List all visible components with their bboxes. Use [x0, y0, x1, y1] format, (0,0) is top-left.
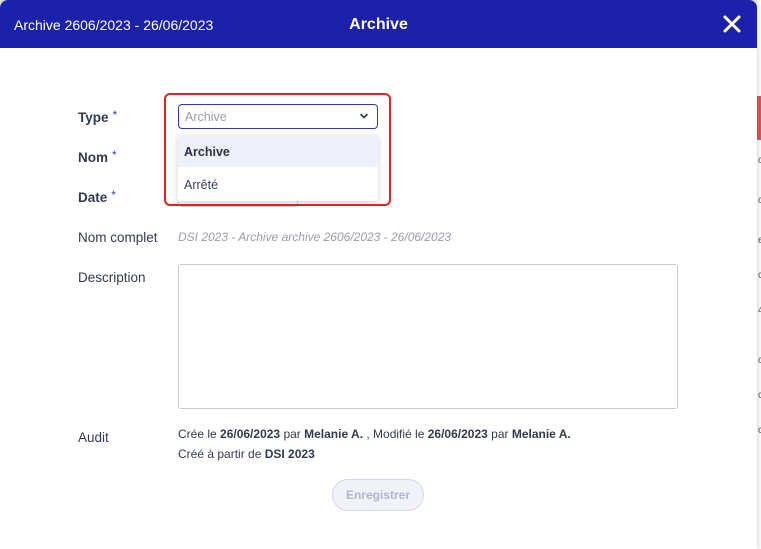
modal-title: Archive: [349, 16, 408, 33]
description-textarea[interactable]: [178, 264, 678, 409]
date-label: Date *: [78, 188, 116, 205]
audit-line-2: Créé à partir de DSI 2023: [178, 447, 315, 461]
modified-by: Melanie A.: [511, 427, 571, 441]
required-mark: *: [112, 148, 117, 162]
chevron-down-icon: [360, 113, 368, 119]
type-label: Type *: [78, 108, 118, 125]
nom-label: Nom *: [78, 148, 117, 165]
modified-date: 26/06/2023: [427, 427, 488, 441]
type-select-value: Archive: [185, 110, 227, 124]
modal-header: Archive 2606/2023 - 26/06/2023 Archive: [0, 0, 757, 48]
type-option-arrete[interactable]: Arrêté: [178, 168, 378, 200]
type-select[interactable]: Archive: [178, 104, 378, 129]
nom-complet-label: Nom complet: [78, 230, 158, 245]
description-label: Description: [78, 270, 146, 285]
audit-source: DSI 2023: [264, 447, 315, 461]
type-option-archive[interactable]: Archive: [178, 135, 378, 167]
created-date: 26/06/2023: [220, 427, 281, 441]
close-button[interactable]: [718, 10, 746, 38]
save-button[interactable]: Enregistrer: [332, 479, 424, 511]
required-mark: *: [112, 108, 118, 122]
audit-label: Audit: [78, 430, 109, 445]
required-mark: *: [111, 188, 116, 202]
close-icon: [723, 15, 741, 33]
created-by: Melanie A.: [304, 427, 364, 441]
type-dropdown-menu: Archive Arrêté: [178, 135, 378, 201]
audit-line-1: Crée le 26/06/2023 par Melanie A. , Modi…: [178, 427, 571, 441]
archive-modal: Archive 2606/2023 - 26/06/2023 Archive T…: [0, 0, 757, 549]
nom-complet-value: DSI 2023 - Archive archive 2606/2023 - 2…: [178, 230, 452, 244]
